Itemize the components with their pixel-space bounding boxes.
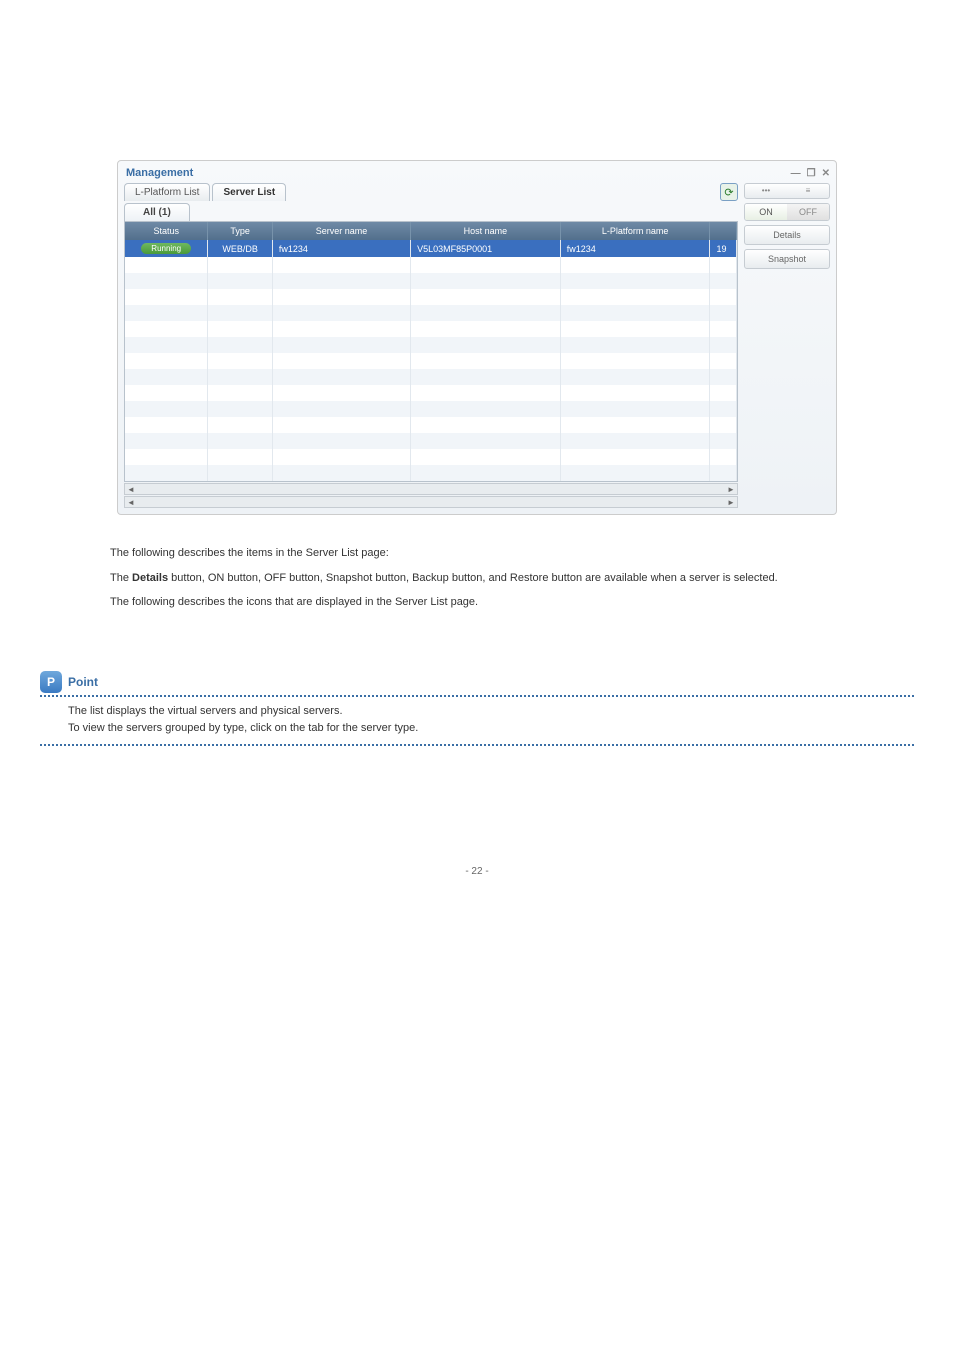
details-button[interactable]: Details: [744, 225, 830, 245]
snapshot-button[interactable]: Snapshot: [744, 249, 830, 269]
table-row[interactable]: [125, 353, 737, 369]
col-header-type[interactable]: Type: [208, 222, 272, 240]
grid-header-row: Status Type Server name Host name L-Plat…: [125, 222, 737, 240]
cell-extra: 19: [710, 240, 737, 257]
point-icon: P: [40, 671, 62, 693]
scroll-left-icon[interactable]: ◄: [125, 485, 137, 494]
server-grid: Status Type Server name Host name L-Plat…: [124, 221, 738, 482]
tab-lplatform-list[interactable]: L-Platform List: [124, 183, 210, 201]
cell-host-name: V5L03MF85P0001: [411, 240, 561, 257]
restore-icon[interactable]: ❐: [807, 168, 816, 179]
status-badge: Running: [141, 243, 191, 254]
view-mode-left[interactable]: •••: [745, 184, 787, 198]
table-row[interactable]: Running WEB/DB fw1234 V5L03MF85P0001 fw1…: [125, 240, 737, 257]
table-row[interactable]: [125, 433, 737, 449]
subtab-all[interactable]: All (1): [124, 203, 190, 221]
table-row[interactable]: [125, 289, 737, 305]
table-row[interactable]: [125, 449, 737, 465]
on-button[interactable]: ON: [745, 204, 787, 220]
point-line-2: To view the servers grouped by type, cli…: [68, 720, 914, 738]
panel-title: Management: [126, 167, 193, 179]
col-header-server[interactable]: Server name: [272, 222, 410, 240]
doc-para-3: The following describes the icons that a…: [110, 594, 844, 611]
doc-para-1: The following describes the items in the…: [110, 545, 844, 562]
table-row[interactable]: [125, 321, 737, 337]
cell-server-name: fw1234: [272, 240, 410, 257]
col-header-status[interactable]: Status: [125, 222, 208, 240]
refresh-button[interactable]: ⟳: [720, 183, 738, 201]
scroll-left-icon[interactable]: ◄: [125, 498, 137, 507]
action-sidebar: ••• ≡ ON OFF Details Snapshot: [744, 183, 830, 508]
table-row[interactable]: [125, 305, 737, 321]
point-callout: P Point The list displays the virtual se…: [40, 671, 914, 746]
table-row[interactable]: [125, 257, 737, 273]
horizontal-scrollbar-1[interactable]: ◄ ►: [124, 483, 738, 495]
tab-server-list[interactable]: Server List: [212, 183, 286, 201]
scroll-right-icon[interactable]: ►: [725, 485, 737, 494]
management-panel: Management — ❐ ✕ L-Platform List Server …: [117, 160, 837, 515]
table-row[interactable]: [125, 369, 737, 385]
point-line-1: The list displays the virtual servers an…: [68, 703, 914, 721]
window-controls: — ❐ ✕: [791, 168, 830, 179]
view-mode-toggle[interactable]: ••• ≡: [744, 183, 830, 199]
view-mode-right[interactable]: ≡: [787, 184, 829, 198]
scroll-right-icon[interactable]: ►: [725, 498, 737, 507]
off-button[interactable]: OFF: [787, 204, 829, 220]
table-row[interactable]: [125, 273, 737, 289]
col-header-extra: [710, 222, 737, 240]
cell-type: WEB/DB: [208, 240, 272, 257]
col-header-host[interactable]: Host name: [411, 222, 561, 240]
document-body-text: The following describes the items in the…: [110, 545, 844, 611]
page-number: - 22 -: [110, 866, 844, 877]
col-header-lplatform[interactable]: L-Platform name: [560, 222, 710, 240]
table-row[interactable]: [125, 417, 737, 433]
table-row[interactable]: [125, 385, 737, 401]
close-icon[interactable]: ✕: [822, 168, 830, 179]
refresh-icon: ⟳: [724, 186, 733, 199]
point-label: Point: [68, 675, 98, 689]
doc-para-2: The Details button, ON button, OFF butto…: [110, 570, 844, 587]
cell-lplatform-name: fw1234: [560, 240, 710, 257]
power-toggle: ON OFF: [744, 203, 830, 221]
minimize-icon[interactable]: —: [791, 168, 801, 179]
table-row[interactable]: [125, 401, 737, 417]
table-row[interactable]: [125, 465, 737, 481]
table-row[interactable]: [125, 337, 737, 353]
horizontal-scrollbar-2[interactable]: ◄ ►: [124, 496, 738, 508]
